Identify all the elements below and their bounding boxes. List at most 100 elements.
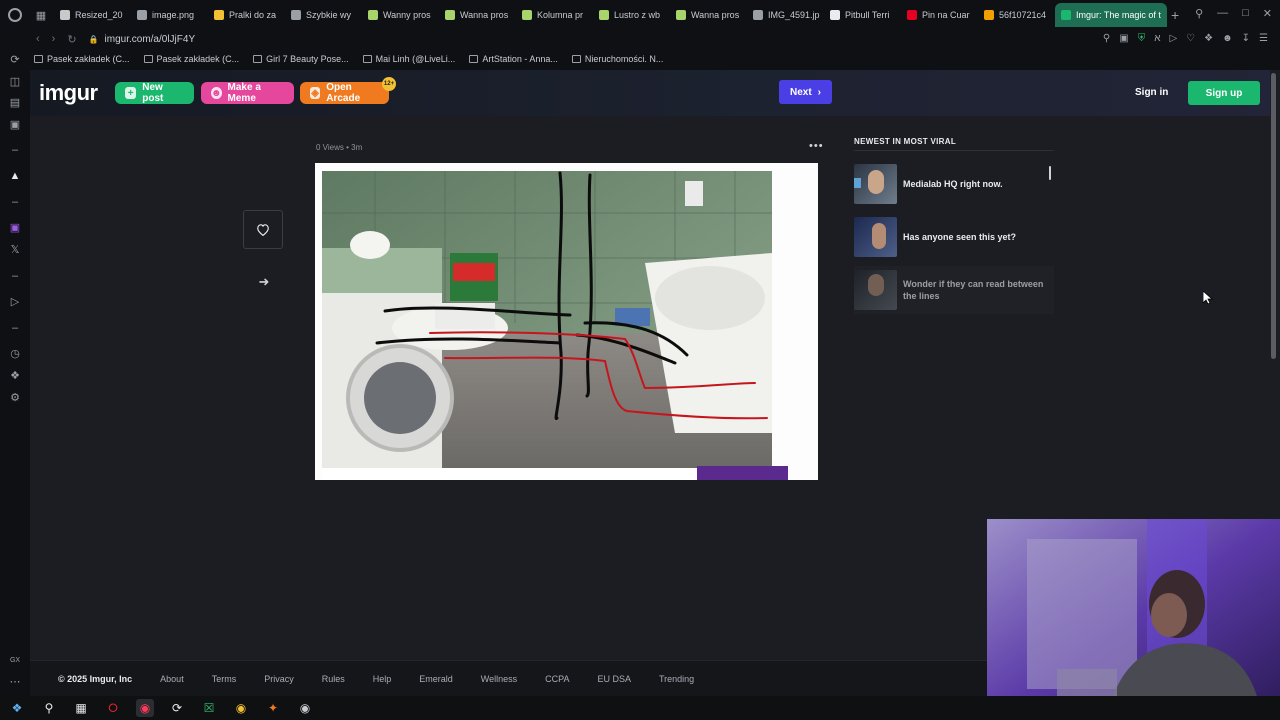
next-post-button[interactable]: Next › [779,80,832,104]
url-field[interactable]: 🔒 imgur.com/a/0lJjF4Y [89,34,196,45]
viral-item[interactable]: Has anyone seen this yet? [854,213,1054,261]
footer-link-help[interactable]: Help [373,674,392,684]
bag-icon[interactable]: ◫ [9,76,21,88]
forward-icon[interactable]: › [52,33,56,46]
new-tab-icon[interactable]: + [1171,7,1179,23]
sign-in-link[interactable]: Sign in [1135,87,1168,98]
browser-tab[interactable]: Pitbull Terri [824,3,901,27]
new-post-button[interactable]: + New post [115,82,194,104]
footer-link-emerald[interactable]: Emerald [419,674,453,684]
sign-up-button[interactable]: Sign up [1188,81,1260,105]
maximize-icon[interactable]: □ [1242,7,1249,20]
browser-tab[interactable]: Wanna pros [439,3,516,27]
pin-icon[interactable]: ⚲ [1103,33,1110,44]
footer-link-privacy[interactable]: Privacy [264,674,294,684]
browser-tab[interactable]: Pin na Cuar [901,3,978,27]
open-arcade-button[interactable]: ◈ Open Arcade [300,82,389,104]
gx-icon[interactable]: GX [9,655,21,667]
next-label: Next [789,86,812,98]
post-options-icon[interactable]: ••• [809,140,824,152]
ai-icon[interactable]: ▤ [9,97,21,109]
extensions-icon[interactable]: ❖ [1204,33,1213,44]
browser-tab[interactable]: image.png [131,3,208,27]
footer-link-about[interactable]: About [160,674,184,684]
x-icon[interactable]: 𝕏 [9,244,21,256]
bookmark-item[interactable]: Nieruchomości. N... [571,54,664,64]
twitch-icon[interactable]: ▣ [9,222,21,234]
viral-item[interactable]: Wonder if they can read between the line… [854,266,1054,314]
browser-logo-icon[interactable] [0,0,30,30]
footer-link-wellness[interactable]: Wellness [481,674,517,684]
history-icon[interactable]: ◷ [9,348,21,360]
windows-start-icon[interactable]: ❖ [8,699,26,717]
tab-label: Resized_20 [75,10,123,20]
footer-link-trending[interactable]: Trending [659,674,694,684]
app-icon[interactable]: ⟳ [168,699,186,717]
browser-tab[interactable]: Pralki do za [208,3,285,27]
viral-thumbnail [854,217,897,257]
page-scrollbar[interactable] [1271,73,1276,359]
imgur-logo[interactable]: imgur [39,80,98,106]
browser-tab[interactable]: Wanna pros [670,3,747,27]
translate-icon[interactable]: א [1154,33,1160,44]
folder-icon [469,55,479,63]
settings-gear-icon[interactable]: ⚙ [9,392,21,404]
footer-link-eu-dsa[interactable]: EU DSA [597,674,631,684]
browser-tab[interactable]: Kolumna pr [516,3,593,27]
footer-link-ccpa[interactable]: CCPA [545,674,569,684]
app-icon[interactable]: ◉ [296,699,314,717]
app-icon[interactable]: ◉ [232,699,250,717]
bookmark-label: Nieruchomości. N... [584,54,664,64]
search-icon[interactable]: ⚲ [40,699,58,717]
opera-icon[interactable]: ⭘ [104,699,122,717]
minimize-icon[interactable]: — [1217,7,1228,20]
lock-icon: 🔒 [88,34,99,44]
tab-active-imgur[interactable]: Imgur: The magic of t [1055,3,1167,27]
back-icon[interactable]: ‹ [36,33,40,46]
bookmark-item[interactable]: Girl 7 Beauty Pose... [253,54,349,64]
post-image[interactable] [315,163,818,480]
arc-icon[interactable]: ▲ [9,170,21,182]
opera-gx-icon[interactable]: ◉ [136,699,154,717]
profile-icon[interactable]: ☻ [1222,33,1233,44]
browser-tab[interactable]: Lustro z wb [593,3,670,27]
speed-dial-icon[interactable]: ⟳ [9,54,21,66]
more-icon[interactable]: ⋯ [9,676,21,688]
browser-tab[interactable]: Resized_20 [54,3,131,27]
bookmark-item[interactable]: ArtStation - Anna... [469,54,558,64]
browser-tab[interactable]: IMG_4591.jp [747,3,824,27]
reload-icon[interactable]: ↻ [67,33,76,46]
tab-label: Wanna pros [460,10,509,20]
footer-link-terms[interactable]: Terms [212,674,237,684]
like-button[interactable] [243,210,283,249]
tab-favicon-icon [676,10,686,20]
download-icon[interactable]: ↧ [1242,33,1250,44]
task-view-icon[interactable]: ▦ [72,699,90,717]
window-controls: ⚲ — □ ✕ [1195,7,1272,20]
tab-favicon-icon [214,10,224,20]
make-meme-button[interactable]: ☻ Make a Meme [201,82,294,104]
messenger-icon[interactable]: ▣ [9,119,21,131]
bookmark-heart-icon[interactable]: ♡ [1186,33,1195,44]
adblock-shield-icon[interactable]: ⛨ [1138,33,1146,44]
player-icon[interactable]: ▷ [9,296,21,308]
viral-item[interactable]: Medialab HQ right now. [854,160,1054,208]
browser-tab[interactable]: Szybkie wy [285,3,362,27]
share-arrow-icon[interactable]: ➜ [256,274,272,290]
app-icon[interactable]: ✦ [264,699,282,717]
viral-scrollbar[interactable] [1049,166,1051,180]
browser-tab[interactable]: 56f10721c4 [978,3,1055,27]
close-icon[interactable]: ✕ [1263,7,1272,20]
bookmark-item[interactable]: Pasek zakładek (C... [143,54,239,64]
player-icon[interactable]: ▷ [1169,33,1177,44]
snapshot-icon[interactable]: ▣ [1119,33,1128,44]
workspaces-icon[interactable]: ▦ [32,6,50,24]
menu-icon[interactable]: ☰ [1259,33,1268,44]
bookmark-item[interactable]: Pasek zakładek (C... [34,54,130,64]
excel-icon[interactable]: ☒ [200,699,218,717]
bookmark-item[interactable]: Mai Linh (@LiveLi... [362,54,455,64]
search-tabs-icon[interactable]: ⚲ [1195,7,1203,20]
extensions-icon[interactable]: ❖ [9,370,21,382]
browser-tab[interactable]: Wanny pros [362,3,439,27]
footer-link-rules[interactable]: Rules [322,674,345,684]
